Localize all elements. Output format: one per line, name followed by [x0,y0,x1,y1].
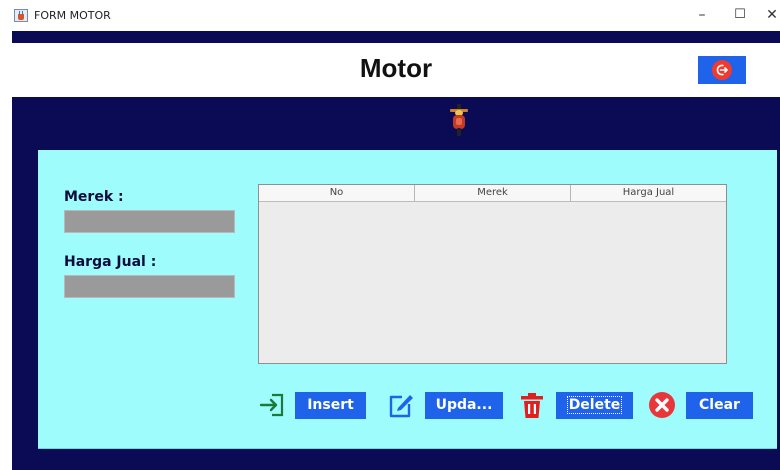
maximize-button[interactable]: ☐ [728,4,752,26]
close-window-button[interactable]: ✕ [760,4,780,26]
exit-button[interactable] [698,56,746,84]
motorcycle-icon [450,104,468,136]
motor-table[interactable]: No Merek Harga Jual [258,184,727,364]
cancel-icon[interactable] [647,390,677,420]
delete-button[interactable]: Delete [556,392,633,419]
table-header: No Merek Harga Jual [259,185,726,202]
column-header-merek[interactable]: Merek [415,185,571,201]
update-button[interactable]: Upda... [425,392,503,419]
java-app-icon [14,9,28,22]
window-title: FORM MOTOR [34,9,111,22]
merek-field[interactable] [64,210,235,233]
insert-button[interactable]: Insert [295,392,366,419]
delete-button-label: Delete [566,396,623,414]
edit-icon[interactable] [385,390,415,420]
page-title: Motor [359,53,433,83]
header-bar: Motor [12,43,780,97]
enter-icon[interactable] [258,390,288,420]
window-titlebar[interactable]: FORM MOTOR – ☐ ✕ [0,0,780,31]
harga-jual-label: Harga Jual : [64,254,157,270]
column-header-no[interactable]: No [259,185,415,201]
logout-icon [712,60,732,80]
merek-label: Merek : [64,189,124,205]
trash-icon[interactable] [517,390,547,420]
harga-jual-field[interactable] [64,275,235,298]
clear-button[interactable]: Clear [686,392,753,419]
minimize-button[interactable]: – [690,4,714,26]
column-header-harga-jual[interactable]: Harga Jual [571,185,726,201]
